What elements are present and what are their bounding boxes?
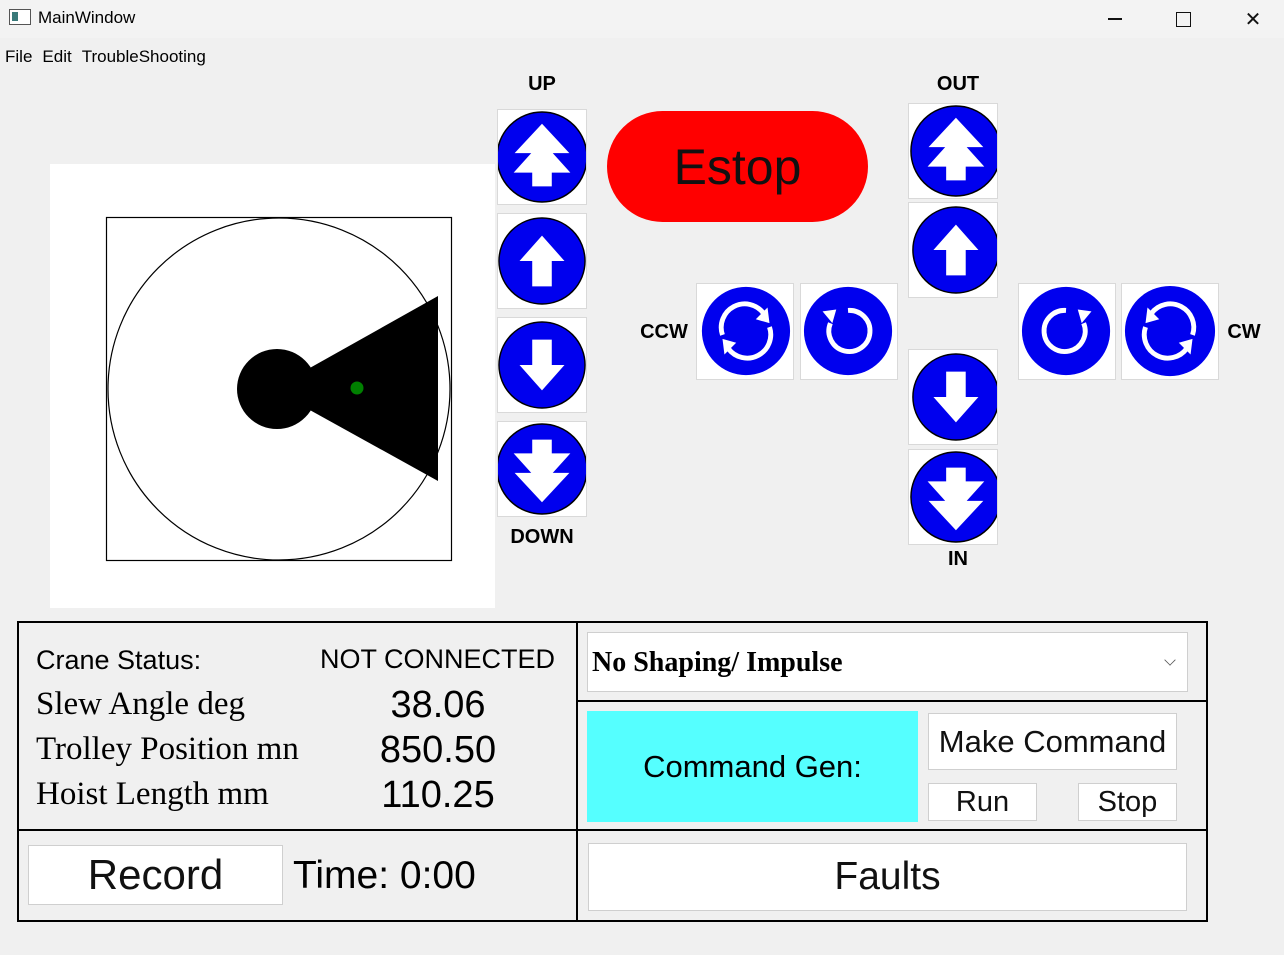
- menu-edit[interactable]: Edit: [37, 44, 76, 70]
- up-label: UP: [528, 73, 556, 95]
- close-icon: ✕: [1244, 8, 1262, 31]
- hoist-up-button[interactable]: [497, 213, 587, 309]
- crane-status-label: Crane Status:: [36, 645, 202, 675]
- hoist-down-button[interactable]: [497, 317, 587, 413]
- make-command-button[interactable]: Make Command: [928, 713, 1177, 770]
- shaping-select-value: No Shaping/ Impulse: [592, 647, 843, 678]
- arrow-down-icon: [498, 321, 586, 409]
- trolley-out-fast-button[interactable]: [908, 103, 998, 199]
- run-button[interactable]: Run: [928, 783, 1037, 821]
- rotate-ccw-fast-icon: [701, 286, 791, 376]
- hoist-length-value: 110.25: [381, 774, 495, 816]
- crane-status-value: NOT CONNECTED: [320, 644, 556, 674]
- minimize-button[interactable]: [1080, 0, 1150, 38]
- menu-bar: File Edit TroubleShooting: [0, 44, 211, 70]
- panel-divider-right: [577, 700, 1208, 702]
- arrow-up-icon: [498, 217, 586, 305]
- slew-cw-button[interactable]: [1018, 283, 1116, 380]
- trolley-marker: [350, 381, 364, 395]
- chevron-down-icon: [1164, 654, 1176, 666]
- hoist-up-fast-button[interactable]: [497, 109, 587, 205]
- arrow-up-icon: [912, 206, 997, 294]
- menu-troubleshooting[interactable]: TroubleShooting: [77, 44, 211, 70]
- record-button[interactable]: Record: [28, 845, 283, 905]
- out-label: OUT: [936, 73, 980, 95]
- hoist-length-label: Hoist Length mm: [36, 776, 269, 812]
- arrow-down-icon: [912, 353, 997, 441]
- hoist-down-fast-button[interactable]: [497, 421, 587, 517]
- app-icon: [9, 9, 31, 25]
- panel-divider-horizontal: [17, 829, 1208, 831]
- command-gen-label: Command Gen:: [587, 711, 918, 822]
- estop-button[interactable]: Estop: [607, 111, 868, 222]
- double-arrow-up-icon: [910, 105, 997, 197]
- maximize-button[interactable]: [1148, 0, 1218, 38]
- double-arrow-down-icon: [498, 423, 586, 515]
- record-time: Time: 0:00: [293, 854, 476, 897]
- slew-angle-value: 38.06: [390, 684, 486, 726]
- trolley-position-label: Trolley Position mn: [36, 731, 299, 767]
- cw-label: CW: [1227, 321, 1261, 343]
- trolley-out-button[interactable]: [908, 202, 998, 298]
- trolley-position-value: 850.50: [379, 729, 497, 771]
- double-arrow-up-icon: [498, 111, 586, 203]
- slew-ccw-button[interactable]: [800, 283, 898, 380]
- in-label: IN: [948, 548, 968, 570]
- stop-button[interactable]: Stop: [1078, 783, 1177, 821]
- crane-hub: [237, 349, 317, 429]
- panel-divider-vertical: [576, 621, 578, 922]
- menu-file[interactable]: File: [0, 44, 37, 70]
- shaping-select[interactable]: No Shaping/ Impulse: [587, 632, 1188, 692]
- close-button[interactable]: ✕: [1218, 0, 1284, 38]
- crane-view: [50, 164, 495, 608]
- down-label: DOWN: [510, 526, 574, 548]
- trolley-in-button[interactable]: [908, 349, 998, 445]
- double-arrow-down-icon: [910, 451, 997, 543]
- title-bar: MainWindow ✕: [0, 0, 1284, 38]
- rotate-cw-icon: [1021, 286, 1111, 376]
- window-title: MainWindow: [38, 8, 136, 27]
- trolley-in-fast-button[interactable]: [908, 449, 998, 545]
- slew-angle-label: Slew Angle deg: [36, 686, 245, 722]
- faults-button[interactable]: Faults: [588, 843, 1187, 911]
- slew-ccw-fast-button[interactable]: [696, 283, 794, 380]
- rotate-ccw-icon: [803, 286, 893, 376]
- crane-diagram: [105, 216, 453, 562]
